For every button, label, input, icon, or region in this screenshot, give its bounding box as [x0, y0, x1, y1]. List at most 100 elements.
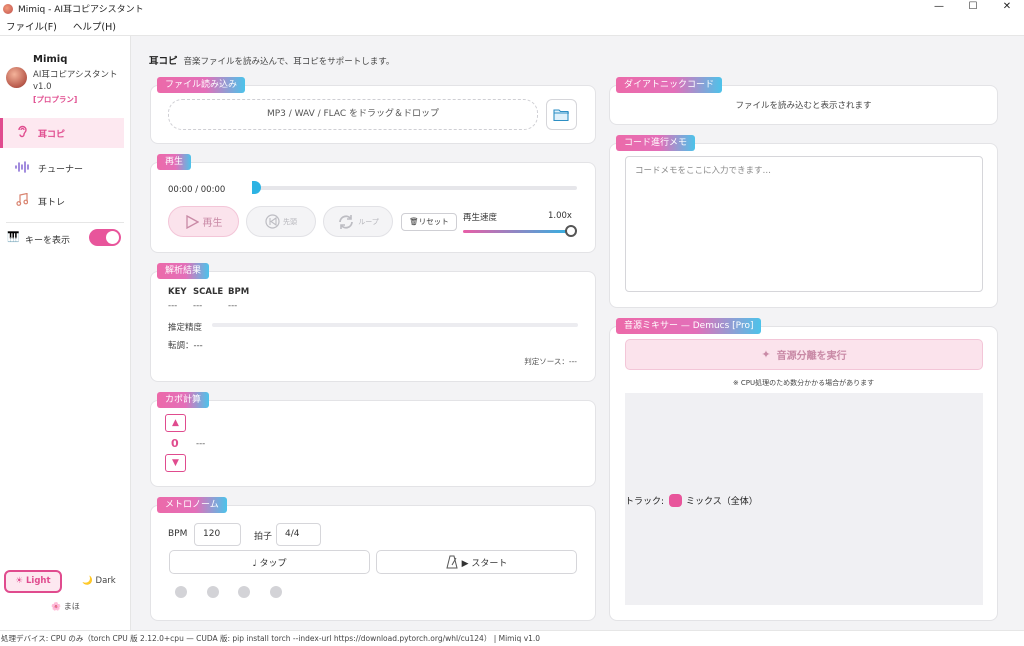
window-title: Mimiq - AI耳コピアシスタント	[18, 5, 144, 15]
beat-indicator	[207, 586, 219, 598]
close-button[interactable]: ✕	[990, 0, 1024, 17]
toggle-knob	[106, 231, 119, 244]
capo-up-button[interactable]: ▲	[165, 414, 186, 432]
capo-chip: カポ計算	[157, 392, 210, 408]
loop-icon	[339, 214, 354, 229]
page-title: 耳コピ	[149, 56, 178, 67]
sidebar-item-ear-training[interactable]: 耳トレ	[0, 186, 124, 216]
profile-subtitle: AI耳コピアシスタント	[33, 70, 118, 80]
menu-file[interactable]: ファイル(F)	[6, 19, 57, 33]
transpose-text: 転調：---	[168, 341, 203, 351]
bpm-header: BPM	[228, 287, 250, 297]
profile-version: v1.0	[33, 82, 52, 92]
bpm-label: BPM	[168, 529, 188, 539]
seek-bar[interactable]	[252, 181, 577, 194]
rewind-button[interactable]: 先頭	[246, 206, 316, 237]
capo-down-button[interactable]: ▼	[165, 454, 186, 472]
track-label: トラック:	[625, 497, 665, 507]
mixer-chip: 音源ミキサー — Demucs [Pro]	[616, 318, 762, 334]
menu-help[interactable]: ヘルプ(H)	[73, 19, 116, 33]
title-bar: Mimiq - AI耳コピアシスタント — ☐ ✕	[0, 0, 1024, 17]
sidebar-item-mimi-copy[interactable]: 耳コピ	[0, 118, 124, 148]
play-button[interactable]: 再生	[168, 206, 239, 237]
play-icon	[185, 214, 199, 229]
file-load-card: ファイル読み込み MP3 / WAV / FLAC をドラッグ＆ドロップ	[150, 77, 596, 144]
precision-label: 推定精度	[168, 323, 203, 333]
tap-button[interactable]: ♩ タップ	[169, 550, 370, 574]
scale-value: ---	[193, 301, 203, 311]
beat-indicator	[238, 586, 250, 598]
beat-indicator	[270, 586, 282, 598]
detection-source: 判定ソース：---	[524, 357, 577, 366]
time-signature-input[interactable]: 4/4	[276, 523, 321, 546]
page-header: 耳コピ 音楽ファイルを読み込んで、耳コピをサポートします。	[149, 53, 394, 67]
track-row: トラック: ミックス（全体）	[625, 494, 758, 507]
metronome-icon	[445, 555, 458, 569]
folder-icon	[553, 108, 569, 121]
sparkle-icon: ✦	[761, 348, 771, 361]
mascot-label: 🌸 まほ	[51, 602, 80, 611]
profile-name: Mimiq	[33, 54, 68, 65]
menu-bar: ファイル(F) ヘルプ(H)	[0, 17, 1024, 36]
ear-icon	[14, 125, 30, 141]
sidebar-item-tuner[interactable]: チューナー	[0, 153, 124, 183]
minimize-button[interactable]: —	[922, 0, 956, 17]
mixer-card: 音源ミキサー — Demucs [Pro] ✦ 音源分離を実行 ※ CPU処理の…	[609, 318, 998, 621]
separate-audio-label: 音源分離を実行	[776, 351, 847, 362]
start-label: ▶ スタート	[461, 558, 508, 569]
open-folder-button[interactable]	[546, 99, 577, 130]
rewind-icon	[265, 214, 280, 229]
capo-value: 0	[171, 437, 179, 450]
analysis-chip: 解析結果	[157, 263, 210, 279]
start-button[interactable]: ▶ スタート	[376, 550, 577, 574]
diatonic-hint: ファイルを読み込むと表示されます	[735, 101, 872, 111]
loop-button[interactable]: ループ	[323, 206, 393, 237]
analysis-card: 解析結果 KEY SCALE BPM --- --- --- 推定精度 転調：-…	[150, 263, 596, 382]
reset-button[interactable]: 🗑リセット	[401, 213, 457, 231]
page-description: 音楽ファイルを読み込んで、耳コピをサポートします。	[183, 57, 395, 67]
key-header: KEY	[168, 287, 187, 297]
chord-memo-chip: コード進行メモ	[616, 135, 696, 151]
playback-chip: 再生	[157, 154, 192, 170]
file-load-chip: ファイル読み込み	[157, 77, 246, 93]
sidebar-item-label: チューナー	[38, 164, 84, 175]
loop-label: ループ	[358, 217, 379, 226]
bpm-input[interactable]: 120	[194, 523, 241, 546]
play-label: 再生	[202, 218, 223, 229]
cpu-note: ※ CPU処理のため数分かかる場合があります	[732, 379, 875, 387]
show-key-row: 🎹 キーを表示	[0, 226, 131, 250]
metronome-card: メトロノーム BPM 120 拍子 4/4 ♩ タップ ▶ スタート	[150, 497, 596, 621]
diatonic-chip: ダイアトニックコード	[616, 77, 723, 93]
speed-slider-handle[interactable]	[565, 225, 577, 237]
show-key-toggle[interactable]	[89, 229, 121, 246]
waveform-icon	[14, 160, 30, 176]
precision-bar	[212, 323, 578, 327]
theme-dark-button[interactable]: 🌙 Dark	[70, 570, 128, 593]
maximize-button[interactable]: ☐	[956, 0, 990, 17]
time-display: 00:00 / 00:00	[168, 185, 226, 195]
divider	[6, 222, 124, 223]
file-drop-zone[interactable]: MP3 / WAV / FLAC をドラッグ＆ドロップ	[168, 99, 538, 130]
theme-light-button[interactable]: ☀ Light	[4, 570, 62, 593]
app-logo-icon	[3, 3, 13, 14]
music-note-icon	[14, 192, 30, 209]
avatar	[6, 67, 27, 88]
chord-memo-card: コード進行メモ コードメモをここに入力できます…	[609, 135, 998, 308]
show-key-label: キーを表示	[25, 236, 71, 246]
chord-memo-textarea[interactable]: コードメモをここに入力できます…	[625, 156, 983, 292]
sidebar: Mimiq AI耳コピアシスタント v1.0 [プロプラン] 耳コピ チューナー…	[0, 36, 131, 630]
speed-slider-track[interactable]	[463, 230, 573, 233]
sidebar-item-label: 耳コピ	[38, 129, 66, 140]
capo-card: カポ計算 ▲ 0 --- ▼	[150, 392, 596, 487]
speed-value: 1.00x	[548, 211, 572, 221]
separate-audio-button[interactable]: ✦ 音源分離を実行	[625, 339, 983, 370]
status-bar: 処理デバイス: CPU のみ（torch CPU 版 2.12.0+cpu — …	[0, 630, 1024, 646]
key-value: ---	[168, 301, 178, 311]
piano-icon: 🎹	[7, 232, 20, 243]
window-controls: — ☐ ✕	[922, 0, 1024, 17]
track-name: ミックス（全体）	[686, 497, 758, 507]
scale-header: SCALE	[193, 287, 224, 297]
sidebar-item-label: 耳トレ	[38, 197, 66, 208]
seek-handle[interactable]	[252, 181, 261, 194]
rewind-label: 先頭	[283, 217, 297, 226]
